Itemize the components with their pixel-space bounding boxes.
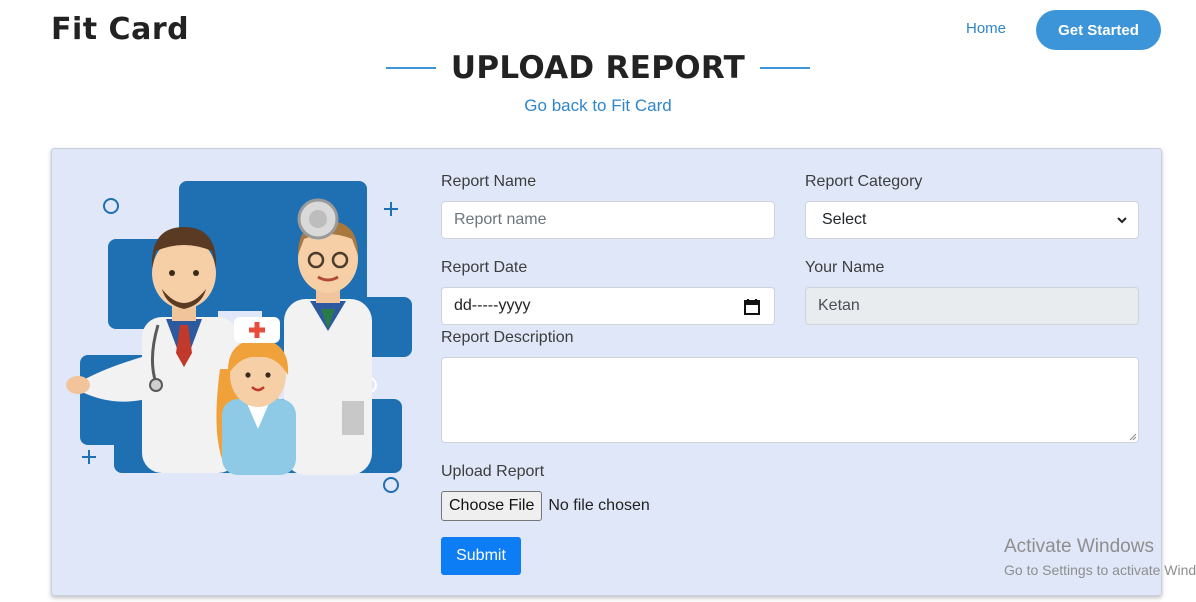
your-name-field: Ketan: [805, 287, 1139, 325]
choose-file-button[interactable]: Choose File: [441, 491, 543, 521]
brand-logo[interactable]: Fit Card: [51, 12, 189, 47]
calendar-icon[interactable]: [744, 298, 760, 315]
report-date-input[interactable]: dd-----yyyy: [441, 287, 775, 325]
title-divider-right: [760, 67, 811, 69]
report-date-value: dd-----yyyy: [454, 297, 531, 314]
report-category-value: Select: [822, 211, 867, 228]
upload-form-card: Report Name Report Category Select Repor…: [51, 148, 1162, 596]
page-title-block: UPLOAD REPORT: [0, 46, 1196, 90]
submit-button[interactable]: Submit: [441, 537, 521, 575]
your-name-label: Your Name: [805, 259, 885, 276]
report-description-label: Report Description: [441, 329, 574, 346]
report-category-select[interactable]: Select: [805, 201, 1139, 239]
report-name-label: Report Name: [441, 173, 537, 190]
watermark-subtitle: Go to Settings to activate Windows.: [1004, 562, 1196, 578]
upload-report-label: Upload Report: [441, 463, 545, 480]
page-title: UPLOAD REPORT: [450, 50, 746, 86]
nav-home-link[interactable]: Home: [966, 20, 1006, 37]
report-description-textarea[interactable]: [441, 357, 1139, 443]
report-name-input[interactable]: [441, 201, 775, 239]
report-date-label: Report Date: [441, 259, 528, 276]
file-upload-control: Choose File No file chosen: [441, 491, 650, 521]
report-category-label: Report Category: [805, 173, 923, 190]
doctors-illustration: [66, 181, 412, 493]
watermark-title: Activate Windows: [1004, 536, 1154, 557]
back-to-fitcard-link[interactable]: Go back to Fit Card: [0, 96, 1196, 116]
title-divider-left: [385, 67, 436, 69]
chevron-down-icon: [1117, 217, 1127, 224]
file-status-text: No file chosen: [548, 497, 650, 514]
get-started-button[interactable]: Get Started: [1036, 10, 1161, 50]
activate-windows-watermark: Activate Windows Go to Settings to activ…: [1004, 536, 1196, 578]
resize-handle-icon[interactable]: [1127, 431, 1137, 441]
